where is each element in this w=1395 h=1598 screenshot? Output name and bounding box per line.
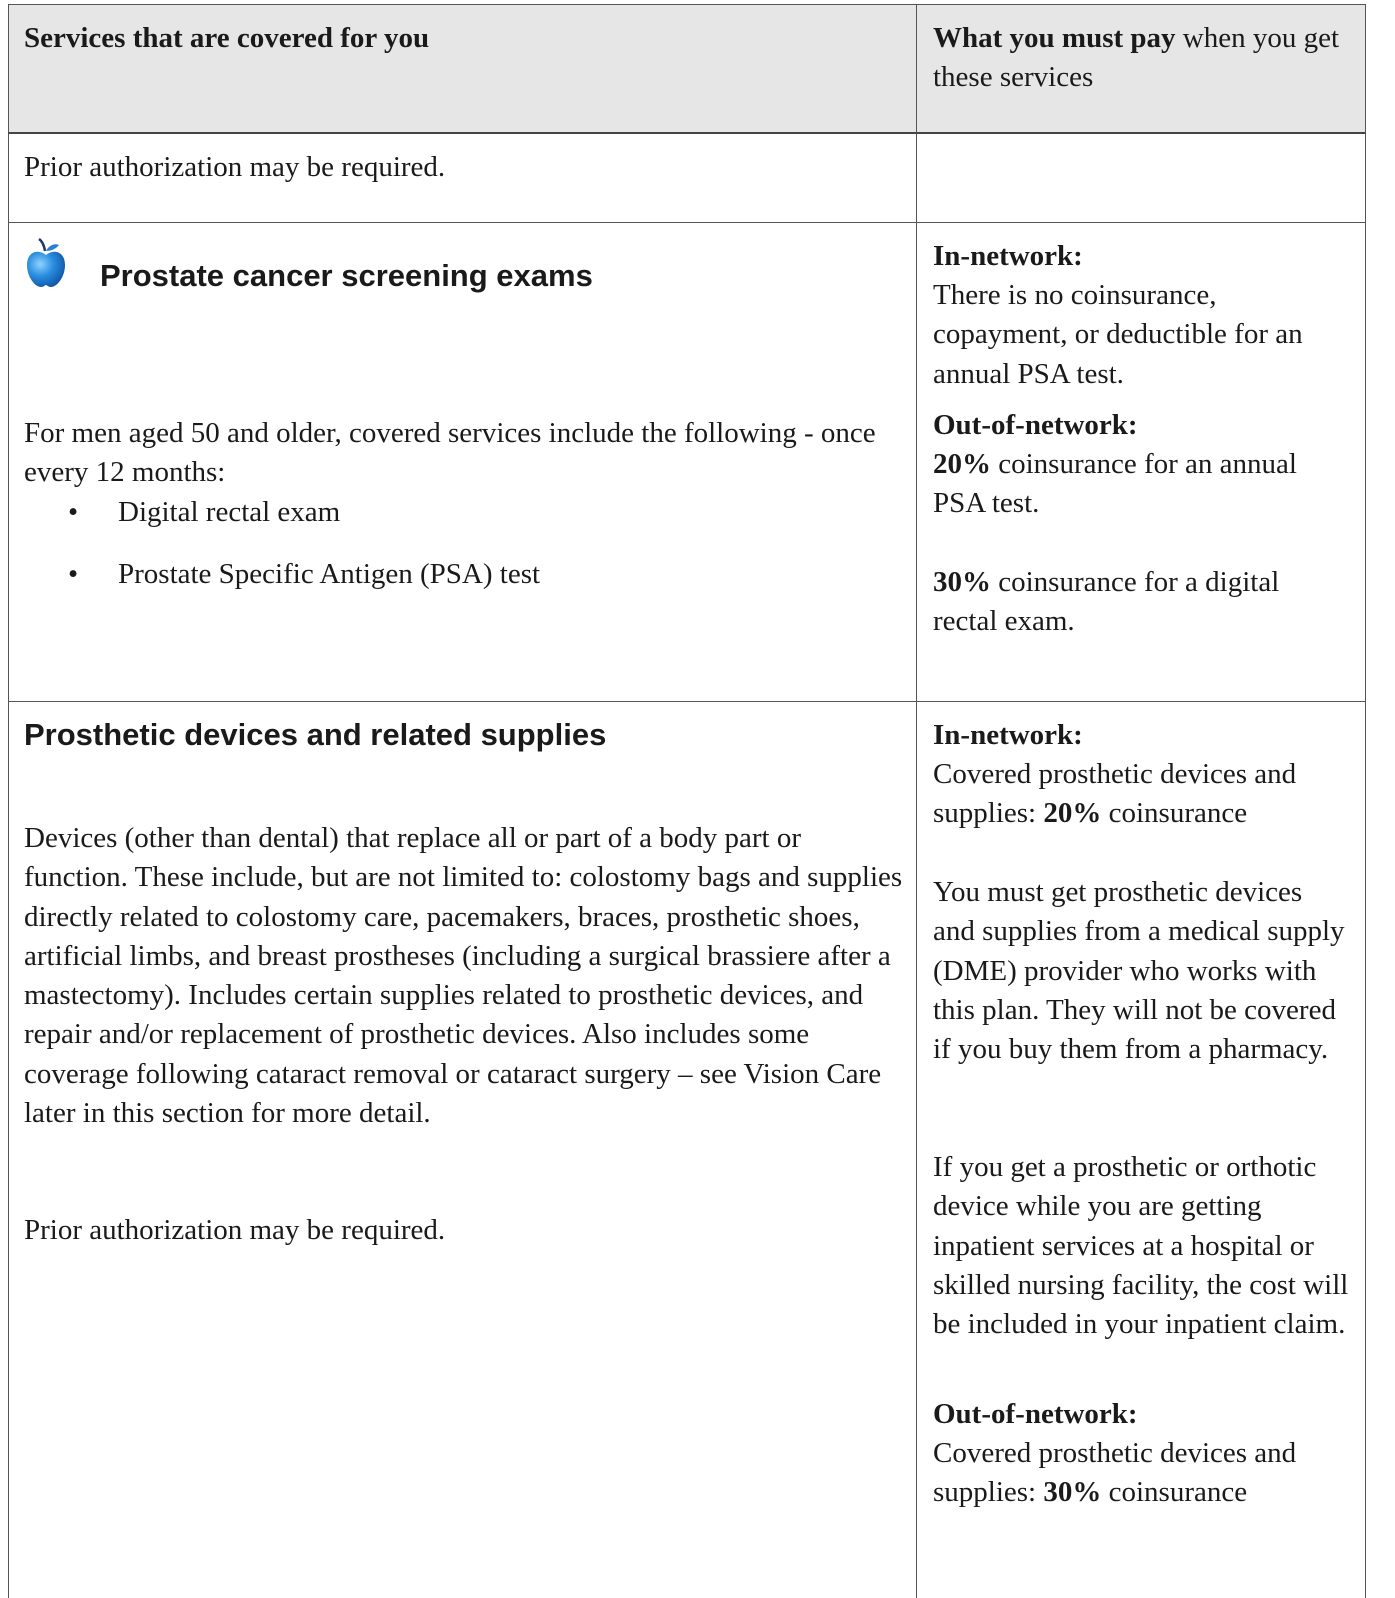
list-item: • Digital rectal exam — [24, 493, 894, 532]
bullet-dot: • — [68, 496, 79, 528]
pct-20: 20% — [1043, 797, 1102, 830]
prostate-in-network-text: There is no coinsurance, copayment, or d… — [933, 279, 1303, 390]
header-pay-label: What you must pay when you get these ser… — [933, 19, 1353, 98]
prosthetic-dme-note: You must get prosthetic devices and supp… — [933, 876, 1345, 1066]
bullet-text: Prostate Specific Antigen (PSA) test — [118, 558, 541, 591]
pct-30: 30% — [933, 566, 991, 598]
row0-services-cell: Prior authorization may be required. — [8, 134, 917, 223]
header-pay-bold: What you must pay — [933, 22, 1176, 54]
prosthetic-out-network-cost: Covered prosthetic devices and supplies:… — [933, 1434, 1349, 1513]
prosthetic-out-network-label: Out-of-network: — [933, 1398, 1138, 1430]
prosthetic-prior-auth: Prior authorization may be required. — [24, 1214, 446, 1246]
prosthetic-inpatient-note: If you get a prosthetic or orthotic devi… — [933, 1151, 1349, 1341]
pct-20: 20% — [933, 448, 991, 480]
prostate-title: Prostate cancer screening exams — [100, 258, 593, 293]
pct-30: 30% — [1043, 1476, 1102, 1509]
table-header-services: Services that are covered for you — [8, 4, 917, 134]
prostate-bullet-list: • Digital rectal exam • Prostate Specific … — [24, 493, 894, 595]
prosthetic-in-network-label: In-network: — [933, 719, 1083, 751]
row2-pay-cell: In-network: Covered prosthetic devices a… — [916, 702, 1366, 1598]
prior-auth-note: Prior authorization may be required. — [24, 151, 446, 183]
prostate-out-network-text2: 30% coinsurance for a digital rectal exa… — [933, 563, 1349, 642]
row1-pay-cell: In-network: There is no coinsurance, cop… — [916, 223, 1366, 702]
bullet-text: Digital rectal exam — [118, 496, 341, 528]
in-cost-suffix: coinsurance — [1101, 797, 1248, 830]
prosthetic-in-network-cost: Covered prosthetic devices and supplies:… — [933, 755, 1349, 834]
prosthetic-description: Devices (other than dental) that replace… — [24, 822, 903, 1130]
prostate-intro: For men aged 50 and older, covered servi… — [24, 417, 876, 489]
prostate-in-network-label: In-network: — [933, 240, 1083, 272]
table-header-pay: What you must pay when you get these ser… — [916, 4, 1366, 134]
benefits-table: Services that are covered for you What y… — [8, 4, 1392, 1598]
list-item: • Prostate Specific Antigen (PSA) test — [24, 555, 894, 594]
prosthetic-title: Prosthetic devices and related supplies — [24, 717, 607, 752]
apple-icon — [27, 237, 65, 287]
row2-services-cell: Prosthetic devices and related supplies … — [8, 702, 917, 1598]
row1-services-cell: Prostate cancer screening exams For men … — [8, 223, 917, 702]
bullet-dot: • — [68, 558, 79, 591]
prostate-out-network-text1: 20% coinsurance for an annual PSA test. — [933, 445, 1349, 524]
header-services-label: Services that are covered for you — [24, 22, 430, 54]
prostate-out-network-label: Out-of-network: — [933, 409, 1138, 441]
out-cost-suffix: coinsurance — [1101, 1476, 1248, 1509]
row0-pay-cell — [916, 134, 1366, 223]
